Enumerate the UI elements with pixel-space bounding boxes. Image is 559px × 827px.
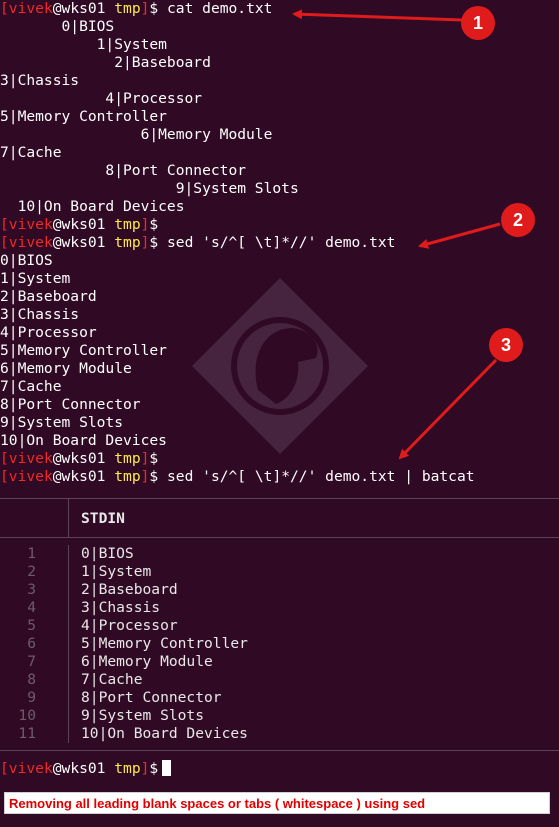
prompt-line-active[interactable]: [vivek@wks01 tmp]$ [0,760,172,778]
batcat-line: 10|On Board Devices [81,725,248,742]
cat-output-line: 8|Port Connector [0,162,247,179]
cat-output-line: 6|Memory Module [0,126,273,143]
annotation-badge-1: 1 [461,6,495,40]
batcat-line: 6|Memory Module [81,653,213,670]
command-cat: cat demo.txt [167,0,273,17]
divider [0,750,559,751]
cat-output-line: 9|System Slots [0,180,299,197]
sed-output-line: 5|Memory Controller [0,342,167,359]
batcat-line: 5|Memory Controller [81,635,248,652]
cat-output-line: 4|Processor [0,90,203,107]
cat-output-line: 7|Cache [0,144,62,161]
line-number: 7 [27,653,36,670]
line-number: 4 [27,599,36,616]
sed-output-line: 8|Port Connector [0,396,141,413]
sed-output-line: 6|Memory Module [0,360,132,377]
command-sed: sed 's/^[ \t]*//' demo.txt [167,234,396,251]
batcat-line: 2|Baseboard [81,581,178,598]
line-number: 10 [18,707,36,724]
prompt-line-batcat: [vivek@wks01 tmp]$ sed 's/^[ \t]*//' dem… [0,468,475,485]
cat-output-line: 3|Chassis [0,72,80,89]
line-number: 2 [27,563,36,580]
line-number: 5 [27,617,36,634]
cat-output-line: 5|Memory Controller [0,108,167,125]
terminal-output: [vivek@wks01 tmp]$ cat demo.txt 0|BIOS 1… [0,0,559,486]
line-number: 11 [18,725,36,742]
batcat-line: 8|Port Connector [81,689,222,706]
prompt-line-sed: [vivek@wks01 tmp]$ sed 's/^[ \t]*//' dem… [0,234,396,251]
batcat-line: 4|Processor [81,617,178,634]
batcat-line: 7|Cache [81,671,143,688]
sed-output-line: 7|Cache [0,378,62,395]
batcat-line: 9|System Slots [81,707,205,724]
prompt-line-empty: [vivek@wks01 tmp]$ [0,450,159,467]
cat-output-line: 10|On Board Devices [0,198,185,215]
text-cursor [162,760,172,776]
sed-output-line: 3|Chassis [0,306,80,323]
batcat-file-label: STDIN [81,509,125,527]
line-number: 8 [27,671,36,688]
annotation-badge-3: 3 [489,328,523,362]
sed-output-line: 4|Processor [0,324,97,341]
batcat-line: 3|Chassis [81,599,161,616]
line-number: 9 [27,689,36,706]
batcat-content: 0|BIOS 1|System 2|Baseboard 3|Chassis 4|… [69,545,248,743]
batcat-header: STDIN [0,499,559,537]
sed-output-line: 9|System Slots [0,414,124,431]
sed-output-line: 0|BIOS [0,252,53,269]
batcat-line: 0|BIOS [81,545,134,562]
annotation-badge-2: 2 [501,203,535,237]
batcat-line: 1|System [81,563,152,580]
sed-output-line: 10|On Board Devices [0,432,167,449]
cat-output-line: 2|Baseboard [0,54,211,71]
command-batcat: sed 's/^[ \t]*//' demo.txt | batcat [167,468,475,485]
line-number-gutter: 1 2 3 4 5 6 7 8 9 10 11 [0,545,69,743]
caption-banner: Removing all leading blank spaces or tab… [4,792,550,814]
prompt-line-empty: [vivek@wks01 tmp]$ [0,216,159,233]
batcat-output: STDIN 1 2 3 4 5 6 7 8 9 10 11 0|BIOS 1|S… [0,498,559,751]
line-number: 1 [27,545,36,562]
sed-output-line: 1|System [0,270,71,287]
sed-output-line: 2|Baseboard [0,288,97,305]
line-number: 6 [27,635,36,652]
line-number: 3 [27,581,36,598]
